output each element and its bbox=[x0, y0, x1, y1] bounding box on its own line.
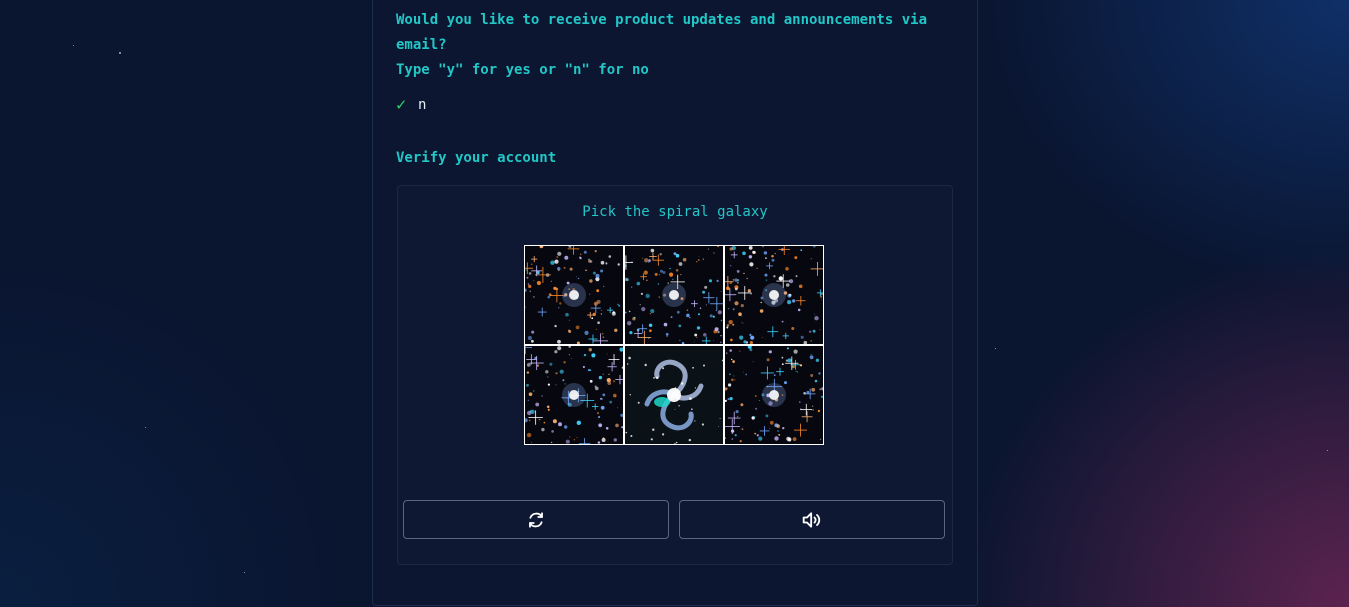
answer-row: ✓ n bbox=[396, 95, 426, 115]
question-line-2: email? bbox=[396, 37, 447, 53]
captcha-tile-1[interactable] bbox=[525, 246, 623, 344]
starfield-image bbox=[725, 346, 823, 444]
starfield-image bbox=[725, 246, 823, 344]
refresh-captcha-button[interactable] bbox=[403, 500, 669, 539]
speaker-icon bbox=[802, 511, 821, 528]
answer-value: n bbox=[418, 97, 427, 113]
question-instruction: Type "y" for yes or "n" for no bbox=[396, 62, 649, 78]
captcha-prompt: Pick the spiral galaxy bbox=[582, 204, 768, 220]
checkmark-icon: ✓ bbox=[396, 95, 407, 115]
captcha-tile-2[interactable] bbox=[625, 246, 723, 344]
captcha-tile-5[interactable] bbox=[625, 346, 723, 444]
audio-captcha-button[interactable] bbox=[679, 500, 945, 539]
starfield-image bbox=[525, 246, 623, 344]
verify-title: Verify your account bbox=[396, 150, 557, 166]
captcha-tile-6[interactable] bbox=[725, 346, 823, 444]
spiral-galaxy-image bbox=[625, 346, 723, 444]
captcha-tile-3[interactable] bbox=[725, 246, 823, 344]
question-line-1: Would you like to receive product update… bbox=[396, 12, 928, 28]
refresh-icon bbox=[529, 511, 543, 528]
captcha-tile-4[interactable] bbox=[525, 346, 623, 444]
starfield-image bbox=[625, 246, 723, 344]
captcha-box: Pick the spiral galaxy bbox=[397, 185, 953, 565]
captcha-image-grid bbox=[524, 245, 824, 445]
starfield-image bbox=[525, 346, 623, 444]
email-opt-in-question: Would you like to receive product update… bbox=[396, 8, 966, 83]
